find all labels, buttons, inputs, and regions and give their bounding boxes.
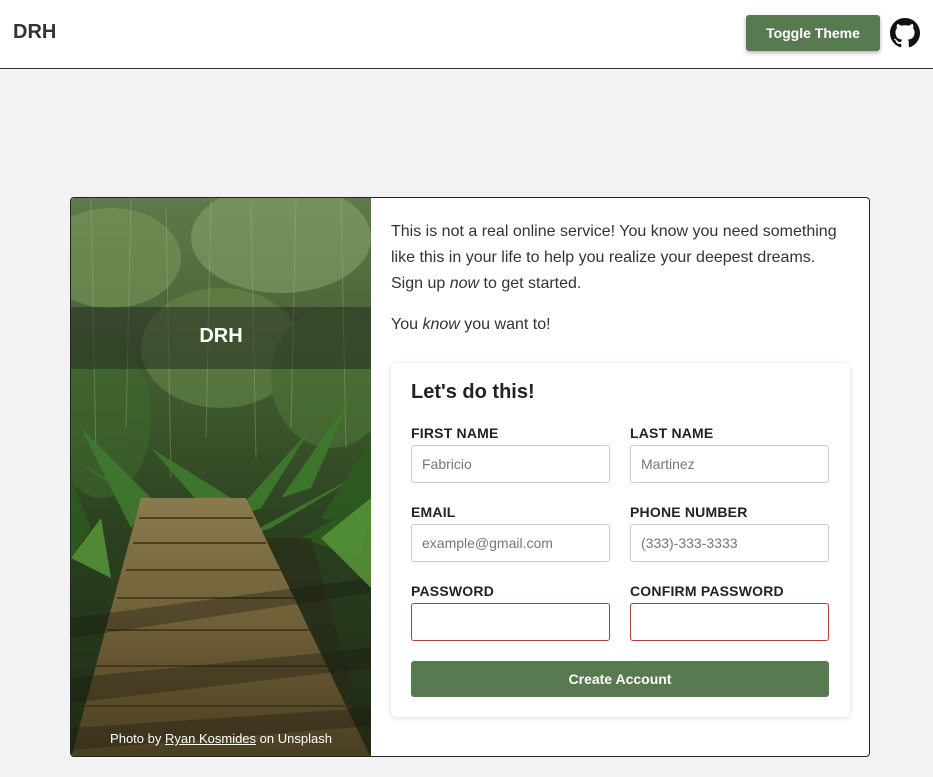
confirm-password-label: CONFIRM PASSWORD [630, 583, 784, 599]
email-input[interactable] [411, 524, 610, 562]
phone-input[interactable] [630, 524, 829, 562]
phone-label: PHONE NUMBER [630, 504, 748, 520]
forest-illustration [71, 198, 371, 756]
intro-paragraph: This is not a real online service! You k… [391, 219, 851, 297]
boardwalk-forest-photo: DRH Photo by Ryan Kosmides on Unsplash [71, 198, 371, 756]
intro-text-end: to get started. [483, 275, 582, 292]
email-label: EMAIL [411, 504, 456, 520]
password-input[interactable] [411, 603, 610, 641]
intro-tagline: You know you want to! [391, 316, 551, 334]
toggle-theme-button[interactable]: Toggle Theme [746, 15, 880, 51]
password-label: PASSWORD [411, 583, 495, 599]
last-name-label: LAST NAME [630, 425, 714, 441]
create-account-button[interactable]: Create Account [411, 661, 829, 697]
tagline-start: You [391, 316, 418, 333]
last-name-input[interactable] [630, 445, 829, 483]
first-name-label: FIRST NAME [411, 425, 499, 441]
top-navbar: DRH Toggle Theme [0, 0, 933, 69]
photographer-link[interactable]: Ryan Kosmides [165, 731, 256, 746]
photo-credit: Photo by Ryan Kosmides on Unsplash [71, 731, 371, 746]
photo-title: DRH [199, 325, 243, 347]
signup-card: DRH Photo by Ryan Kosmides on Unsplash T… [70, 197, 870, 757]
signup-form: Let's do this! FIRST NAME LAST NAME EMAI… [391, 363, 850, 717]
confirm-password-input[interactable] [630, 603, 829, 641]
credit-suffix: on Unsplash [259, 731, 332, 746]
github-icon[interactable] [890, 18, 920, 48]
tagline-end: you want to! [464, 316, 551, 333]
first-name-input[interactable] [411, 445, 610, 483]
form-title: Let's do this! [411, 381, 535, 403]
brand-logo-text[interactable]: DRH [13, 21, 56, 44]
tagline-emphasis-know: know [422, 316, 460, 333]
intro-emphasis-now: now [449, 275, 480, 292]
credit-prefix: Photo by [110, 731, 162, 746]
